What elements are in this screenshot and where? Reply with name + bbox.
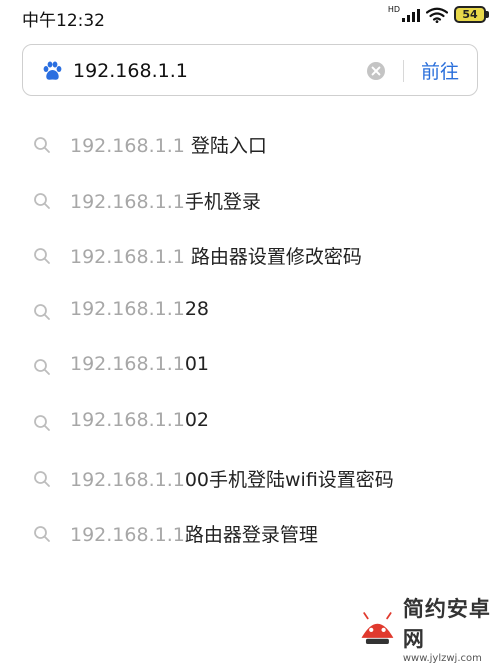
suggestion-item[interactable]: 192.168.1.1手机登录 <box>0 173 500 229</box>
wifi-icon <box>426 7 448 23</box>
battery-level: 54 <box>462 8 478 21</box>
suggestion-query: 192.168.1.1 <box>70 408 185 431</box>
hd-label: HD <box>387 4 400 14</box>
magnifier-icon <box>34 248 50 265</box>
suggestion-query: 192.168.1.1 <box>70 135 185 157</box>
suggestion-completion: 手机登录 <box>184 190 261 213</box>
suggestion-item[interactable]: 192.168.1.128 <box>0 284 500 340</box>
status-icons: HD 54 <box>387 4 489 23</box>
suggestion-item[interactable]: 192.168.1.1路由器登录管理 <box>0 506 500 562</box>
suggestion-text: 192.168.1.100手机登陆wifi设置密码 <box>70 465 394 492</box>
suggestion-completion: 01 <box>184 353 210 376</box>
watermark-name: 简约安卓网 <box>402 597 491 651</box>
go-button[interactable]: 前往 <box>421 57 459 84</box>
magnifier-icon <box>34 470 50 487</box>
watermark: 简约安卓网 www.jylzwj.com <box>358 593 500 664</box>
paw-icon <box>43 61 62 80</box>
magnifier-icon <box>34 359 50 376</box>
suggestion-item[interactable]: 192.168.1.1 路由器设置修改密码 <box>0 228 500 284</box>
magnifier-icon <box>34 192 50 209</box>
suggestion-item[interactable]: 192.168.1.101 <box>0 339 500 395</box>
suggestion-item[interactable]: 192.168.1.102 <box>0 395 500 451</box>
battery-icon: 54 <box>454 6 489 23</box>
magnifier-icon <box>34 415 50 431</box>
search-bar[interactable]: 前往 <box>22 44 478 96</box>
status-time: 中午12:32 <box>22 11 105 31</box>
suggestion-text: 192.168.1.128 <box>70 298 209 320</box>
magnifier-icon <box>34 137 50 153</box>
suggestion-query: 192.168.1.1 <box>70 246 185 269</box>
suggestion-item[interactable]: 192.168.1.1 登陆入口 <box>0 117 500 173</box>
search-input[interactable] <box>73 58 373 84</box>
suggestion-completion: 02 <box>184 408 210 431</box>
divider <box>403 60 404 82</box>
suggestion-query: 192.168.1.1 <box>70 353 185 376</box>
clear-icon[interactable] <box>366 61 386 81</box>
suggestion-completion: 路由器登录管理 <box>184 524 318 547</box>
suggestion-query: 192.168.1.1 <box>70 524 185 547</box>
signal-icon <box>402 8 420 22</box>
magnifier-icon <box>34 526 50 543</box>
suggestion-text: 192.168.1.1 登陆入口 <box>70 131 267 158</box>
suggestion-list: 192.168.1.1 登陆入口 192.168.1.1手机登录 192.168… <box>0 117 500 562</box>
android-logo-icon <box>361 611 394 644</box>
suggestion-text: 192.168.1.102 <box>70 409 209 431</box>
suggestion-text: 192.168.1.1 路由器设置修改密码 <box>70 242 362 269</box>
suggestion-query: 192.168.1.1 <box>70 468 185 491</box>
watermark-url: www.jylzwj.com <box>402 653 482 664</box>
suggestion-completion: 28 <box>184 297 210 320</box>
suggestion-completion: 路由器设置修改密码 <box>184 246 362 269</box>
suggestion-text: 192.168.1.1手机登录 <box>70 187 261 214</box>
status-bar: 中午12:32 HD 54 <box>0 0 500 34</box>
suggestion-completion: 00手机登陆wifi设置密码 <box>184 468 394 491</box>
suggestion-text: 192.168.1.101 <box>70 353 209 375</box>
suggestion-completion: 登陆入口 <box>184 135 267 157</box>
suggestion-text: 192.168.1.1路由器登录管理 <box>70 520 318 547</box>
magnifier-icon <box>34 303 50 320</box>
suggestion-item[interactable]: 192.168.1.100手机登陆wifi设置密码 <box>0 451 500 507</box>
suggestion-query: 192.168.1.1 <box>70 297 185 320</box>
suggestion-query: 192.168.1.1 <box>70 190 185 213</box>
